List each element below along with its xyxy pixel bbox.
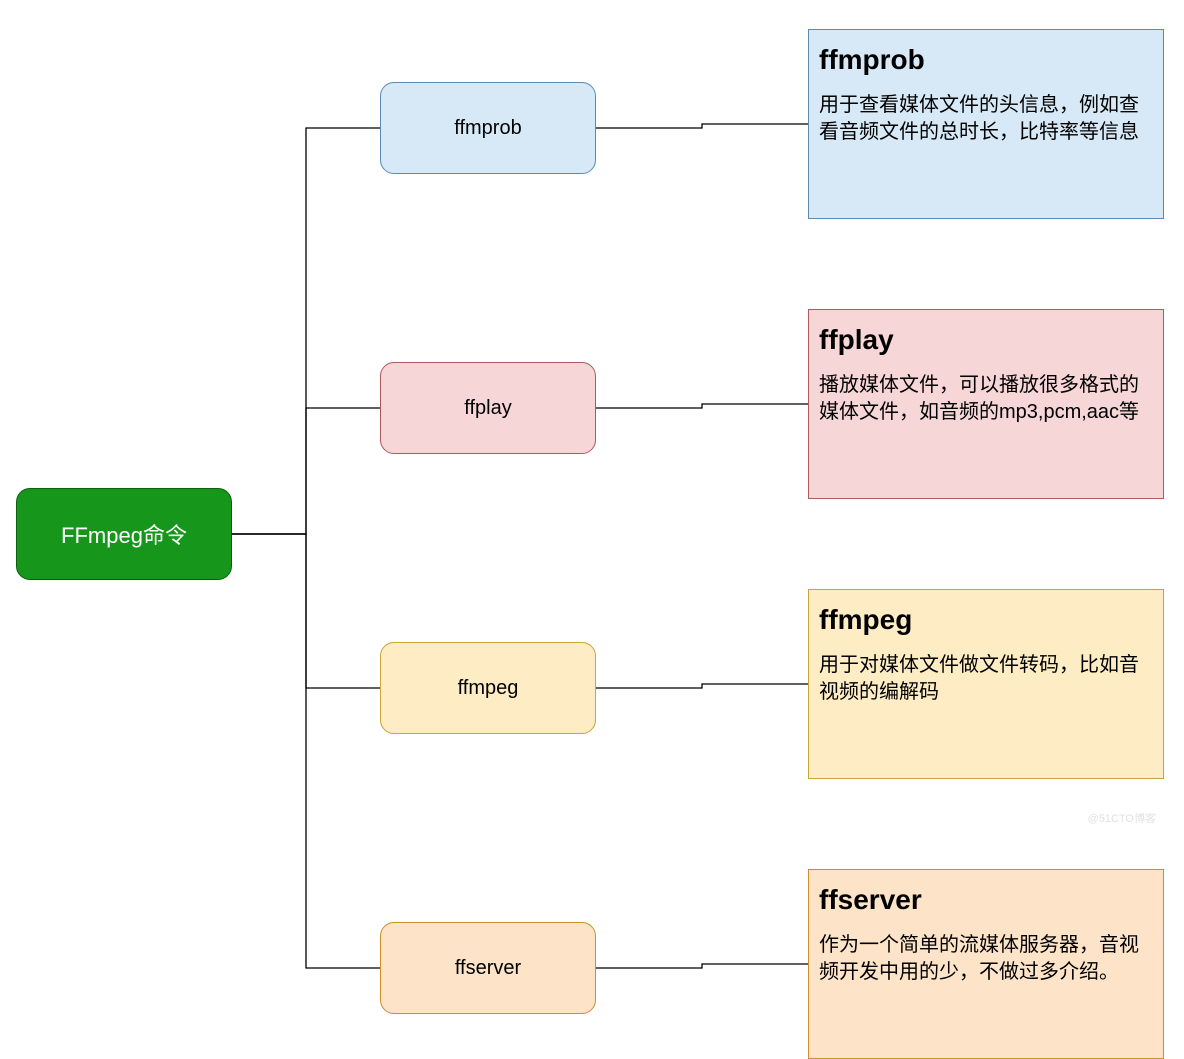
desc-title: ffserver xyxy=(819,884,1153,916)
mid-node-ffplay: ffplay xyxy=(380,362,596,454)
desc-box-ffplay: ffplay 播放媒体文件，可以播放很多格式的媒体文件，如音频的mp3,pcm,a… xyxy=(808,309,1164,499)
root-node: FFmpeg命令 xyxy=(16,488,232,580)
root-label: FFmpeg命令 xyxy=(61,518,187,550)
mid-node-ffmpeg: ffmpeg xyxy=(380,642,596,734)
desc-title: ffplay xyxy=(819,324,1153,356)
mid-label: ffplay xyxy=(464,397,511,420)
mid-label: ffmprob xyxy=(454,117,521,140)
mid-label: ffmpeg xyxy=(458,677,519,700)
watermark: @51CTO博客 xyxy=(1088,810,1156,826)
desc-title: ffmpeg xyxy=(819,604,1153,636)
desc-body: 用于查看媒体文件的头信息，例如查看音频文件的总时长，比特率等信息 xyxy=(819,92,1153,146)
desc-body: 作为一个简单的流媒体服务器，音视频开发中用的少，不做过多介绍。 xyxy=(819,932,1153,986)
desc-box-ffmprob: ffmprob 用于查看媒体文件的头信息，例如查看音频文件的总时长，比特率等信息 xyxy=(808,29,1164,219)
mid-label: ffserver xyxy=(455,957,521,980)
desc-box-ffmpeg: ffmpeg 用于对媒体文件做文件转码，比如音视频的编解码 xyxy=(808,589,1164,779)
desc-body: 播放媒体文件，可以播放很多格式的媒体文件，如音频的mp3,pcm,aac等 xyxy=(819,372,1153,426)
mid-node-ffserver: ffserver xyxy=(380,922,596,1014)
mid-node-ffmprob: ffmprob xyxy=(380,82,596,174)
desc-body: 用于对媒体文件做文件转码，比如音视频的编解码 xyxy=(819,652,1153,706)
desc-title: ffmprob xyxy=(819,44,1153,76)
desc-box-ffserver: ffserver 作为一个简单的流媒体服务器，音视频开发中用的少，不做过多介绍。 xyxy=(808,869,1164,1059)
